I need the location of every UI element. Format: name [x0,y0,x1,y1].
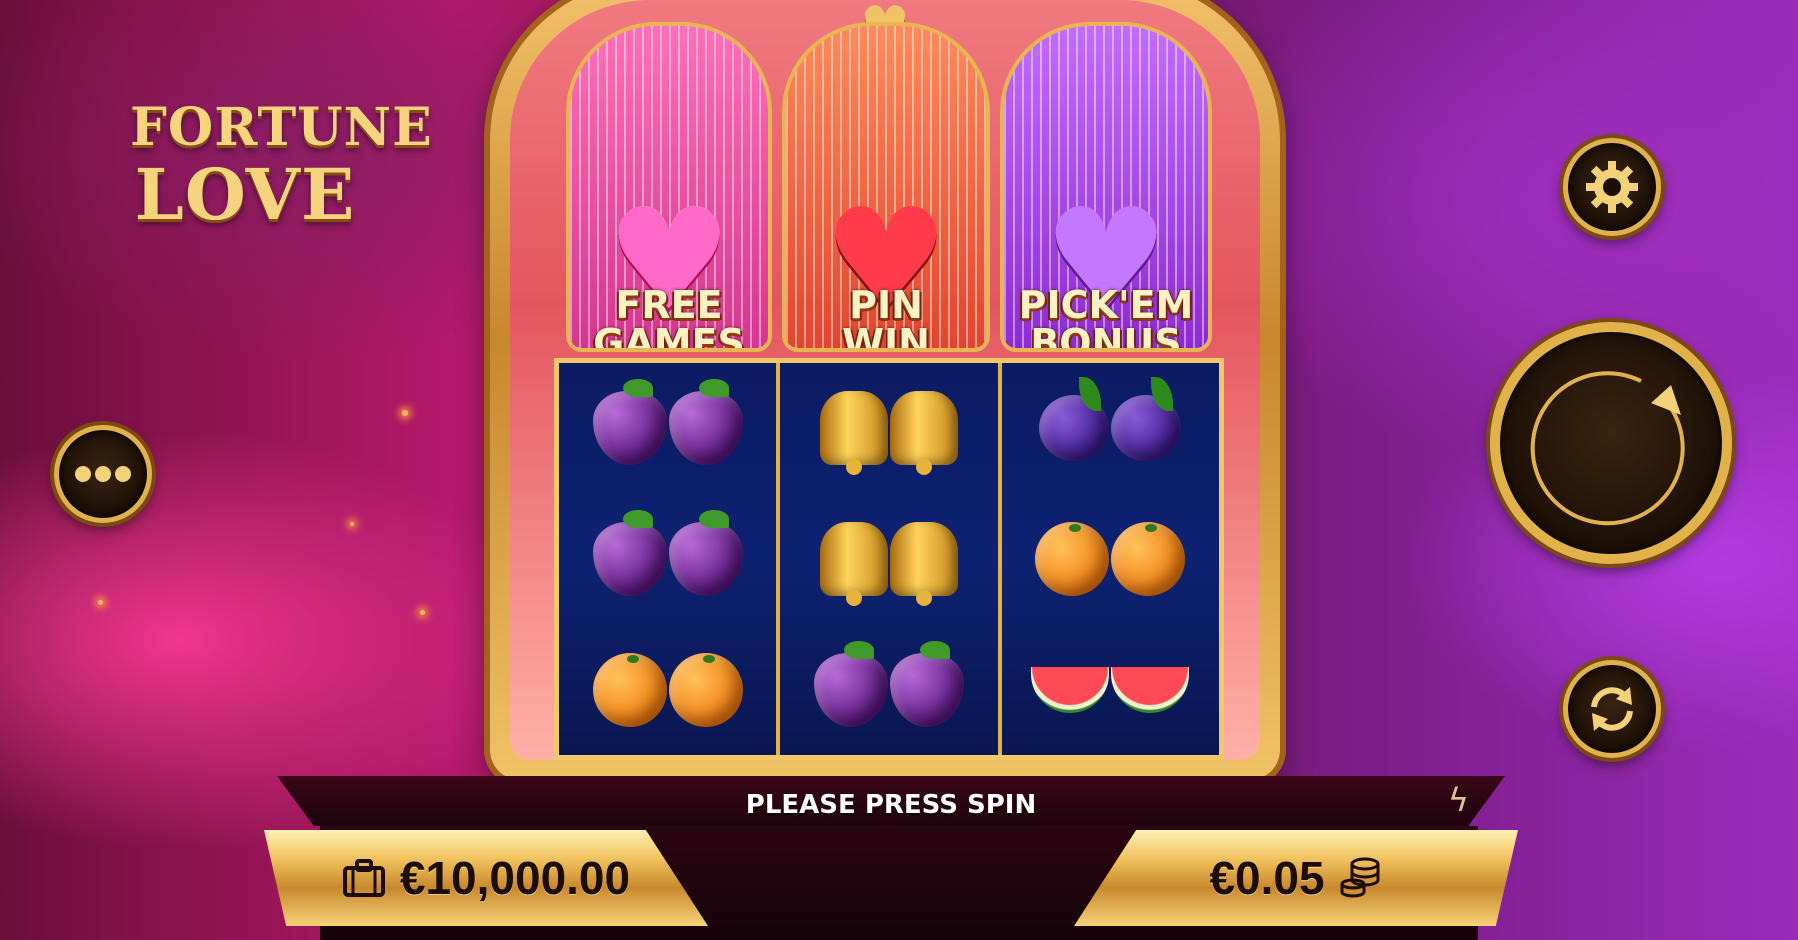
bonus-panel-free-games: ♥ FREE GAMES [566,22,772,352]
watermelons-icon [1031,666,1190,713]
message-bar: PLEASE PRESS SPIN ϟ [277,776,1505,826]
grapes-icon [813,640,964,727]
spin-arrow-icon [1530,371,1685,526]
coin-stack-icon [1340,857,1380,898]
bet-value: €0.05 [1209,852,1325,904]
briefcase-icon [342,859,385,897]
reel-cell [1002,624,1219,755]
more-dots-icon [75,466,131,482]
reel-cell [1002,494,1219,625]
status-message: PLEASE PRESS SPIN [745,790,1037,820]
sparkle [420,610,425,615]
oranges-icon [592,652,743,727]
bonus-label-bottom: BONUS [1030,321,1182,352]
reel-cell [559,624,776,755]
bells-icon [819,522,958,606]
reel-cell [780,494,997,625]
gear-icon [1586,161,1638,213]
sparkle [350,522,354,526]
sparkle [98,600,103,605]
bonus-label-top: FREE [615,283,723,327]
reel-cell [559,363,776,494]
lightning-icon[interactable]: ϟ [1448,784,1469,816]
bonus-panel-pin-win: ♥ PIN WIN [782,22,990,352]
plums-icon [1039,377,1182,462]
reel-cell [559,494,776,625]
bonus-label-top: PICK'EM [1018,283,1194,327]
game-logo: FORTUNE LOVE [130,97,433,250]
autoplay-icon [1591,687,1633,731]
settings-button[interactable] [1563,138,1661,236]
spin-button[interactable] [1490,322,1732,564]
bonus-label-top: PIN [849,283,923,327]
reel-cell [780,624,997,755]
reel-2 [780,363,1002,755]
oranges-icon [1035,522,1186,596]
balance-display: €10,000.00 [264,830,708,926]
reel-cell [1002,363,1219,494]
balance-value: €10,000.00 [399,852,631,904]
sparkle [402,410,408,416]
bet-display[interactable]: €0.05 [1074,830,1518,926]
bells-icon [819,391,958,476]
logo-line-1: FORTUNE [130,97,433,158]
reel-grid [554,358,1224,760]
reel-3 [1001,363,1219,755]
menu-button[interactable] [54,425,152,523]
autoplay-button[interactable] [1563,660,1661,758]
logo-line-2: LOVE [134,153,356,236]
reel-cell [780,363,997,494]
reel-1 [559,363,781,755]
grapes-icon [592,379,743,466]
grapes-icon [592,510,743,596]
bonus-label-bottom: WIN [842,321,930,352]
bonus-panel-pickem-bonus: ♥ PICK'EM BONUS [1000,22,1212,352]
bonus-label-bottom: GAMES [593,321,745,352]
